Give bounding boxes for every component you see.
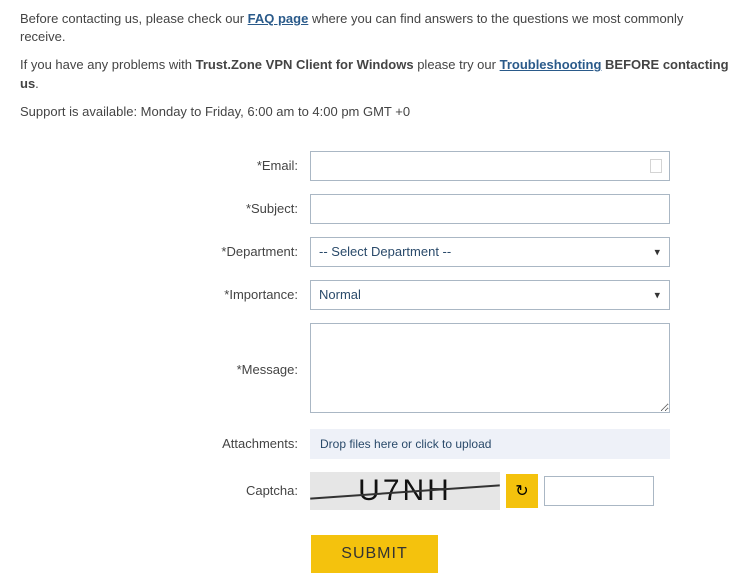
message-textarea[interactable] bbox=[310, 323, 670, 413]
captcha-label: Captcha: bbox=[20, 483, 310, 498]
contact-form: *Email: *Subject: *Department: -- Select… bbox=[20, 151, 729, 573]
department-select[interactable]: -- Select Department -- bbox=[310, 237, 670, 267]
subject-input[interactable] bbox=[310, 194, 670, 224]
intro-line-3: Support is available: Monday to Friday, … bbox=[20, 103, 729, 121]
faq-link[interactable]: FAQ page bbox=[248, 11, 309, 26]
intro-text: Before contacting us, please check our bbox=[20, 11, 248, 26]
captcha-input[interactable] bbox=[544, 476, 654, 506]
importance-select[interactable]: Normal bbox=[310, 280, 670, 310]
troubleshooting-link[interactable]: Troubleshooting bbox=[500, 57, 602, 72]
refresh-icon: ↻ bbox=[515, 481, 528, 501]
captcha-image: U7NH bbox=[310, 472, 500, 510]
intro-text: please try our bbox=[414, 57, 500, 72]
subject-label: *Subject: bbox=[20, 201, 310, 216]
attachments-label: Attachments: bbox=[20, 436, 310, 451]
intro-line-2: If you have any problems with Trust.Zone… bbox=[20, 56, 729, 92]
email-label: *Email: bbox=[20, 158, 310, 173]
intro-text: . bbox=[35, 76, 39, 91]
department-label: *Department: bbox=[20, 244, 310, 259]
attachments-dropzone[interactable]: Drop files here or click to upload bbox=[310, 429, 670, 459]
product-name: Trust.Zone VPN Client for Windows bbox=[196, 57, 414, 72]
input-icon bbox=[650, 159, 662, 173]
intro-line-1: Before contacting us, please check our F… bbox=[20, 10, 729, 46]
captcha-refresh-button[interactable]: ↻ bbox=[506, 474, 538, 508]
message-label: *Message: bbox=[20, 362, 310, 377]
importance-label: *Importance: bbox=[20, 287, 310, 302]
intro-text: If you have any problems with bbox=[20, 57, 196, 72]
submit-button[interactable]: SUBMIT bbox=[311, 535, 437, 573]
email-input[interactable] bbox=[310, 151, 670, 181]
